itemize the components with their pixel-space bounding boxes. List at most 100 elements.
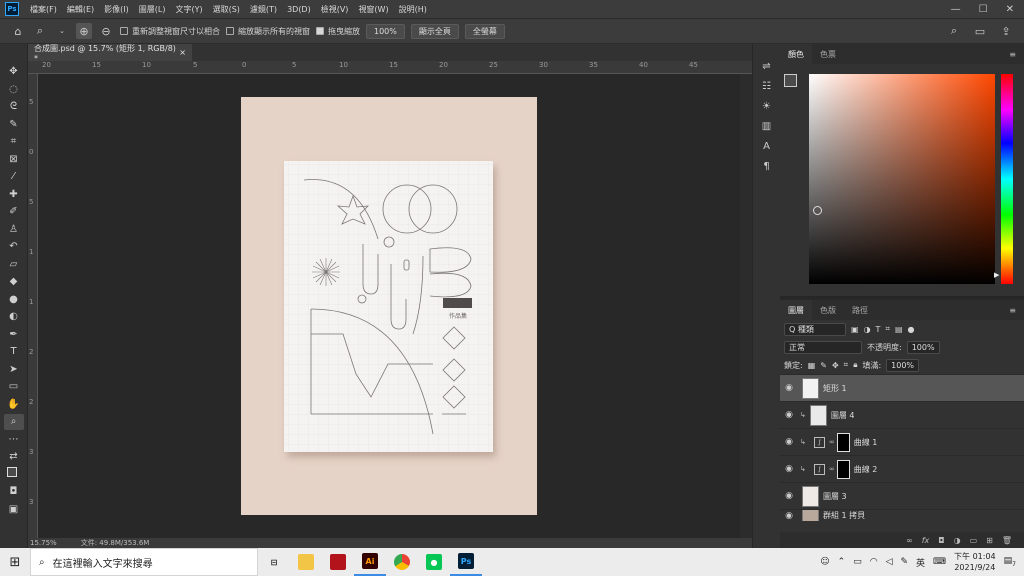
wifi-icon[interactable]: ◠: [870, 557, 878, 567]
hue-slider[interactable]: [1001, 74, 1013, 284]
dodge-tool-icon[interactable]: ◐: [4, 309, 24, 325]
pen-tool-icon[interactable]: ✒: [4, 327, 24, 343]
workspace-icon[interactable]: ▭: [972, 23, 988, 39]
home-icon[interactable]: ⌂: [10, 23, 26, 39]
zoom-tool-icon[interactable]: ⌕: [32, 23, 48, 39]
layer-name[interactable]: 圖層 3: [823, 491, 847, 502]
menu-help[interactable]: 說明(H): [394, 4, 432, 15]
eye-icon[interactable]: ◉: [780, 511, 798, 521]
layer-row[interactable]: ◉ ↳ 圖層 4: [780, 401, 1024, 428]
scrubby-zoom-checkbox[interactable]: 拖曳縮放: [316, 26, 360, 37]
foreground-color[interactable]: [784, 74, 797, 87]
illustrator-icon[interactable]: Ai: [354, 548, 386, 576]
close-button[interactable]: ✕: [1006, 4, 1014, 15]
people-icon[interactable]: ☺: [820, 557, 829, 567]
layer-row[interactable]: ◉ ↳ ∫ ∞ 曲線 2: [780, 455, 1024, 482]
history-panel-icon[interactable]: ⇌: [758, 58, 776, 74]
path-select-tool-icon[interactable]: ➤: [4, 362, 24, 378]
history-brush-tool-icon[interactable]: ↶: [4, 239, 24, 255]
opacity-field[interactable]: 100%: [906, 340, 940, 354]
foreground-background-swatch[interactable]: [4, 467, 24, 483]
quick-select-tool-icon[interactable]: ✎: [4, 117, 24, 133]
menu-file[interactable]: 檔案(F): [25, 4, 62, 15]
panel-menu-icon[interactable]: ≡: [1009, 306, 1024, 315]
menu-type[interactable]: 文字(Y): [170, 4, 207, 15]
tab-layers[interactable]: 圖層: [780, 300, 812, 320]
pen-icon[interactable]: ✎: [900, 557, 908, 567]
fill-field[interactable]: 100%: [886, 358, 920, 372]
ime-mode-icon[interactable]: ⌨: [933, 557, 946, 567]
paragraph-panel-icon[interactable]: ¶: [758, 158, 776, 174]
menu-layer[interactable]: 圖層(L): [134, 4, 171, 15]
eye-icon[interactable]: ◉: [780, 491, 798, 501]
character-panel-icon[interactable]: A: [758, 138, 776, 154]
line-icon[interactable]: ●: [418, 548, 450, 576]
hue-slider-marker[interactable]: ▶: [994, 271, 999, 279]
resize-windows-checkbox[interactable]: 重新調整視窗尺寸以相合: [120, 26, 220, 37]
menu-window[interactable]: 視窗(W): [353, 4, 393, 15]
filter-type-icon[interactable]: T: [876, 325, 881, 334]
filter-shape-icon[interactable]: ⌗: [885, 324, 890, 334]
photoshop-taskbar-icon[interactable]: Ps: [450, 548, 482, 576]
fill-screen-button[interactable]: 全螢幕: [464, 23, 505, 39]
search-icon[interactable]: ⌕: [946, 23, 962, 39]
menu-3d[interactable]: 3D(D): [282, 5, 316, 14]
layer-name[interactable]: 圖層 4: [831, 410, 855, 421]
layer-name[interactable]: 曲線 1: [854, 437, 878, 448]
saturation-brightness-field[interactable]: [809, 74, 995, 284]
layer-name[interactable]: 群組 1 拷貝: [823, 510, 865, 521]
paint-bucket-tool-icon[interactable]: ◆: [4, 274, 24, 290]
eye-icon[interactable]: ◉: [780, 410, 798, 420]
zoom-in-icon[interactable]: ⊕: [76, 23, 92, 39]
filter-smart-object-icon[interactable]: ▤: [895, 325, 903, 334]
tab-paths[interactable]: 路徑: [844, 300, 876, 320]
layer-name[interactable]: 矩形 1: [823, 383, 847, 394]
histogram-panel-icon[interactable]: ▥: [758, 118, 776, 134]
battery-icon[interactable]: ▭: [853, 557, 862, 567]
chrome-icon[interactable]: [386, 548, 418, 576]
fx-icon[interactable]: fx: [922, 536, 930, 545]
ime-indicator[interactable]: 英: [916, 556, 925, 569]
blur-tool-icon[interactable]: ●: [4, 292, 24, 308]
taskbar-search[interactable]: ⌕ 在這裡輸入文字來搜尋: [30, 548, 258, 576]
color-swatch[interactable]: [784, 74, 804, 94]
more-tools-icon[interactable]: ⋯: [4, 432, 24, 448]
clone-stamp-tool-icon[interactable]: ♙: [4, 222, 24, 238]
layer-row[interactable]: ◉ ↳ ∫ ∞ 曲線 1: [780, 428, 1024, 455]
document-tab[interactable]: 合成圖.psd @ 15.7% (矩形 1, RGB/8) * ×: [28, 44, 192, 63]
zoom-percent-field[interactable]: 100%: [366, 23, 405, 39]
zoom-tool-icon[interactable]: ⌕: [3, 414, 24, 430]
layer-row[interactable]: ◉ 群組 1 拷貝: [780, 509, 1024, 521]
zoom-status[interactable]: 15.75%: [30, 539, 57, 547]
adjustments-panel-icon[interactable]: ☷: [758, 78, 776, 94]
menu-select[interactable]: 選取(S): [208, 4, 245, 15]
color-picker-ring[interactable]: [813, 206, 822, 215]
eye-icon[interactable]: ◉: [780, 464, 798, 474]
tab-swatches[interactable]: 色票: [812, 44, 844, 64]
layer-name[interactable]: 曲線 2: [854, 464, 878, 475]
fit-screen-button[interactable]: 顯示全頁: [410, 23, 459, 39]
frame-tool-icon[interactable]: ⊠: [4, 152, 24, 168]
lock-all-icon[interactable]: 🔒︎: [853, 360, 857, 370]
task-view-icon[interactable]: ⊟: [258, 548, 290, 576]
chain-icon[interactable]: ∞: [829, 465, 835, 473]
chain-icon[interactable]: ∞: [829, 438, 835, 446]
volume-icon[interactable]: ◁: [886, 557, 893, 567]
menu-filter[interactable]: 濾鏡(T): [245, 4, 282, 15]
minimize-button[interactable]: —: [951, 4, 961, 15]
layer-row[interactable]: ◉ 圖層 3: [780, 482, 1024, 509]
screen-mode-icon[interactable]: ▣: [4, 502, 24, 518]
zoom-all-checkbox[interactable]: 縮放顯示所有的視窗: [226, 26, 310, 37]
chevron-down-icon[interactable]: ⌄: [54, 23, 70, 39]
link-icon[interactable]: ∞: [906, 536, 913, 545]
tab-channels[interactable]: 色版: [812, 300, 844, 320]
maximize-button[interactable]: ☐: [979, 4, 988, 15]
move-tool-icon[interactable]: ✥: [4, 64, 24, 80]
type-tool-icon[interactable]: T: [4, 344, 24, 360]
filter-toggle-icon[interactable]: ●: [908, 325, 915, 334]
canvas-scrollbar[interactable]: [740, 74, 752, 538]
adjustment-icon[interactable]: ◑: [954, 536, 961, 545]
share-icon[interactable]: ⇪: [998, 23, 1014, 39]
document-canvas[interactable]: 作品集: [38, 74, 752, 538]
swap-colors-icon[interactable]: ⇄: [4, 449, 24, 465]
